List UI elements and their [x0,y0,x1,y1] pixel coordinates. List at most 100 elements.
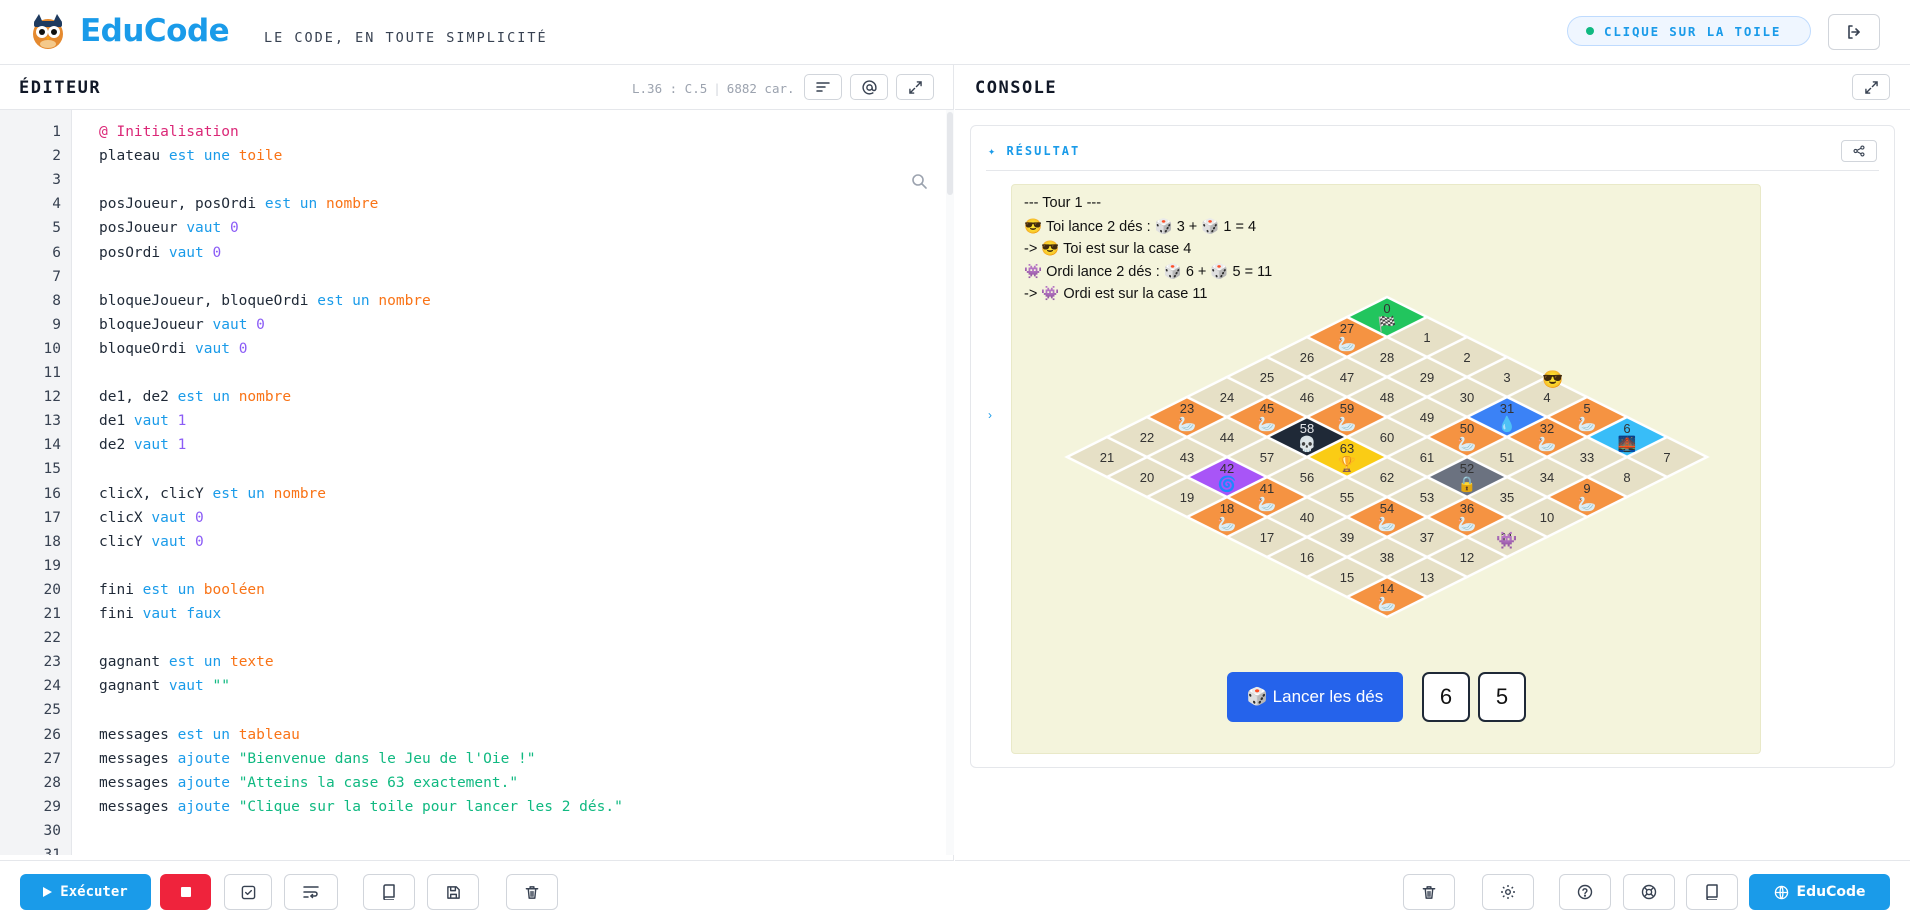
editor-toolbar: Exécuter [0,860,954,915]
board-cell-number: 31 [1500,401,1514,416]
line-number: 5 [52,220,61,237]
board-cell-number: 5 [1583,401,1590,416]
clear-code-button[interactable] [506,874,558,910]
board-cell-number: 0 [1383,301,1390,316]
board-cell-number: 49 [1420,410,1434,425]
code-token: gagnant [99,678,169,695]
check-button[interactable] [224,874,272,910]
board-cell-number: 56 [1300,470,1314,485]
save-button[interactable] [427,874,479,910]
line-number: 13 [43,413,61,430]
board-cell-number: 13 [1420,570,1434,585]
board-cell-number: 33 [1580,450,1594,465]
owl-logo-icon [30,12,66,50]
maze-icon: 🌀 [1218,474,1237,493]
code-token: tableau [238,726,300,743]
code-token: nombre [238,389,292,406]
board-cell-number: 54 [1380,501,1394,516]
bridge-icon: 🌉 [1618,435,1637,453]
align-left-icon [816,82,830,92]
educode-site-button[interactable]: EduCode [1749,874,1890,910]
board-cell-number: 23 [1180,401,1194,416]
logout-button[interactable] [1828,14,1880,50]
run-button[interactable]: Exécuter [20,874,151,910]
die-1: 6 [1422,672,1470,722]
search-icon[interactable] [910,172,928,190]
death-icon: 💀 [1298,435,1317,453]
line-number: 11 [43,365,61,381]
board-cell-number: 39 [1340,530,1354,545]
code-line: de1, de2 est un nombre [99,389,291,405]
line-number: 16 [43,485,61,502]
result-label: ✦ RÉSULTAT [988,144,1081,158]
line-number: 31 [43,847,61,855]
code-token: texte [229,654,274,671]
line-number: 28 [43,774,61,791]
editor-fullscreen-button[interactable] [896,74,934,100]
game-canvas[interactable]: --- Tour 1 --- 😎 Toi lance 2 dés : 🎲 3 + … [1011,184,1761,754]
goose-icon: 🦢 [1378,516,1397,533]
code-token: vaut [168,678,204,695]
board-cell-number: 12 [1460,550,1474,565]
editor-vertical-scrollbar[interactable] [946,110,954,855]
clear-console-button[interactable] [1403,874,1455,910]
format-button[interactable] [804,74,842,100]
board-cell-number: 63 [1340,441,1354,456]
goose-icon: 🦢 [1178,416,1197,433]
code-token: messages [99,798,178,815]
line-number: 25 [43,702,61,719]
goose-game-board[interactable]: 0🏁12345🦢 6🌉789🦢1011121314🦢15161718🦢192021… [1012,185,1761,655]
code-token: nombre [378,292,431,309]
well-icon: 💧 [1498,415,1517,433]
goose-icon: 🦢 [1378,596,1397,613]
line-number: 4 [52,196,61,213]
mention-button[interactable] [850,74,888,100]
code-token: bloqueOrdi [99,340,196,357]
settings-button[interactable] [1482,874,1534,910]
code-editor[interactable]: @ Initialisation plateau est une toile pos… [72,110,942,855]
console-fullscreen-button[interactable] [1852,74,1890,100]
code-line: plateau est une toile [99,148,282,164]
chevron-right-icon[interactable]: › [988,408,992,422]
code-token: 1 [177,413,187,430]
stop-button[interactable] [160,874,211,910]
code-token: de2 [99,437,134,454]
code-token: 0 [195,509,204,526]
line-number: 24 [43,678,61,695]
docs-button[interactable] [363,874,415,910]
line-number: 15 [43,461,61,478]
code-line: clicX vaut 0 [99,510,204,526]
wrap-text-icon [303,886,319,899]
board-cell-number: 46 [1300,390,1314,405]
board-cell-number: 55 [1340,490,1354,505]
line-number: 10 [43,340,61,357]
code-token: messages [99,750,178,767]
board-cell-number: 47 [1340,370,1354,385]
code-token: ajoute [177,750,230,767]
code-token: vaut [133,413,169,430]
code-token: "Clique sur la toile pour lancer les 2 d… [238,798,623,815]
help-button[interactable] [1559,874,1611,910]
board-cell-number: 34 [1540,470,1554,485]
share-button[interactable] [1841,140,1877,162]
support-button[interactable] [1623,874,1675,910]
roll-dice-label: 🎲 Lancer les dés [1246,687,1384,706]
roll-dice-button[interactable]: 🎲 Lancer les dés [1227,672,1403,722]
expand-icon [908,80,922,94]
start-icon: 🏁 [1378,315,1397,333]
guide-button[interactable] [1686,874,1738,910]
prison-icon: 🔒 [1458,476,1477,493]
play-icon [43,887,53,897]
board-cell-number: 42 [1220,461,1234,476]
code-line: bloqueOrdi vaut 0 [99,341,247,357]
code-token: est un [177,726,230,743]
code-token: fini [99,581,143,598]
board-cell-number: 2 [1463,350,1470,365]
wrap-button[interactable] [284,874,338,910]
